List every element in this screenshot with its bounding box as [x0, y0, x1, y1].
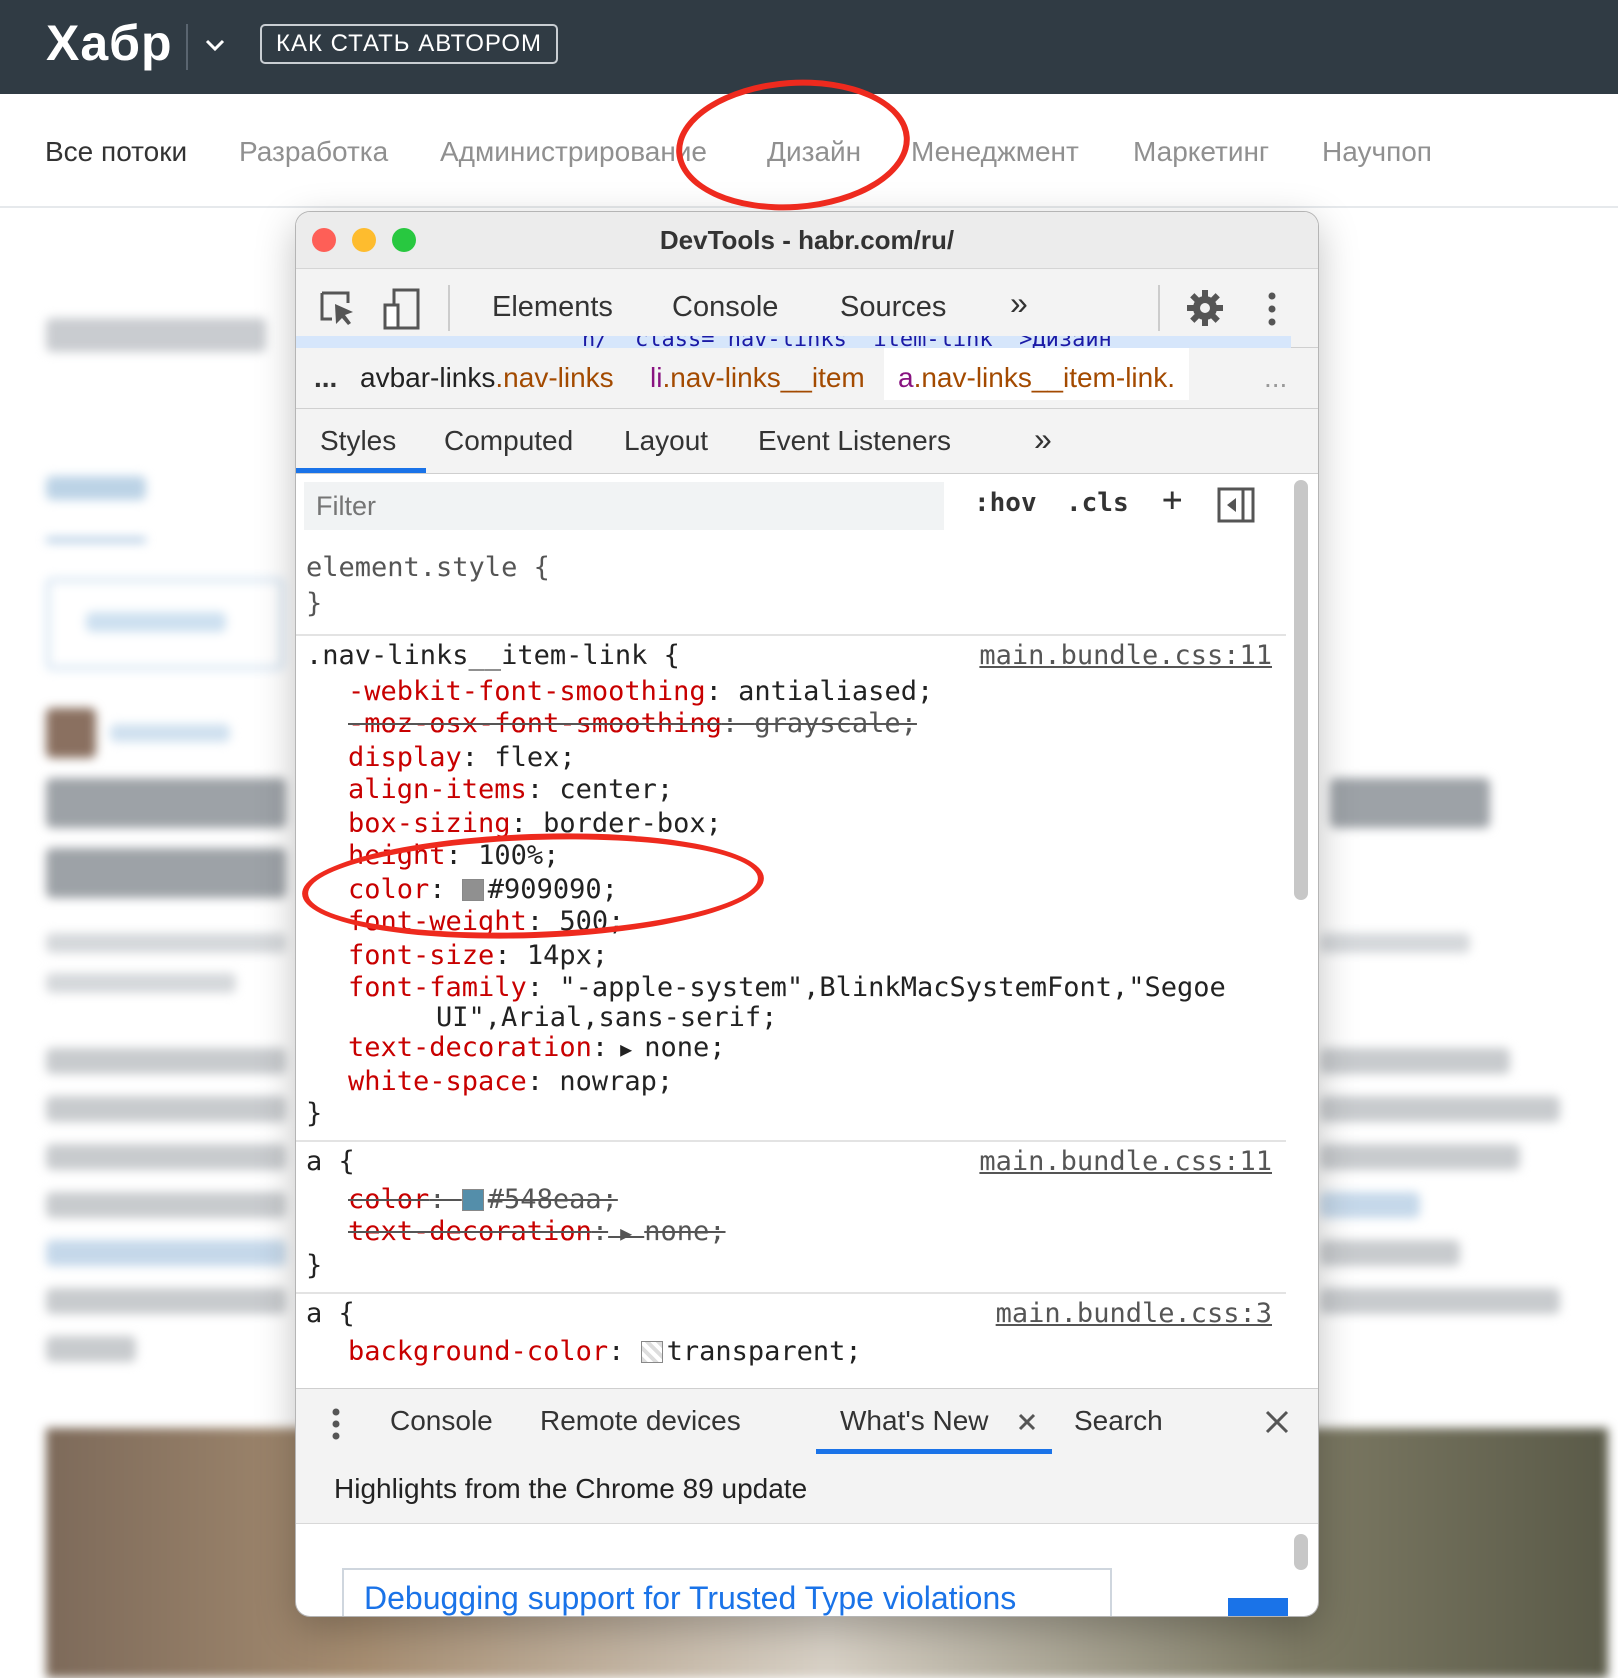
drawer-tab-whats-new[interactable]: What's New [840, 1405, 989, 1437]
maximize-window-button[interactable] [392, 228, 416, 252]
rule-source-link[interactable]: main.bundle.css:11 [979, 1146, 1272, 1177]
drawer-tab-console[interactable]: Console [390, 1405, 493, 1437]
declaration-overridden[interactable]: color: #548eaa; [348, 1184, 618, 1215]
declaration[interactable]: background-color: transparent; [348, 1336, 862, 1367]
rule-selector[interactable]: .nav-links__item-link { [306, 640, 680, 671]
style-rule-anchor-2: a { main.bundle.css:3 background-color: … [296, 1294, 1286, 1388]
flow-marketing[interactable]: Маркетинг [1133, 136, 1269, 168]
color-swatch[interactable] [461, 879, 484, 901]
element-style-rule: element.style { } [296, 542, 1286, 636]
become-author-button[interactable]: КАК СТАТЬ АВТОРОМ [260, 24, 558, 64]
styles-scrollbar[interactable] [1294, 480, 1308, 900]
tab-sources[interactable]: Sources [840, 291, 946, 324]
more-subtabs-icon[interactable]: » [1034, 421, 1052, 458]
drawer-tabs: Console Remote devices What's New Search [296, 1388, 1318, 1456]
rule-selector[interactable]: a { [306, 1146, 355, 1177]
whats-new-header: Highlights from the Chrome 89 update [296, 1455, 1318, 1524]
flow-develop[interactable]: Разработка [239, 136, 388, 168]
whats-new-thumbnail [1228, 1598, 1288, 1616]
declaration[interactable]: font-weight: 500; [348, 906, 624, 937]
declaration[interactable]: text-decoration: ▶ none; [348, 1032, 726, 1063]
declaration[interactable]: font-size: 14px; [348, 940, 608, 971]
active-subtab-indicator [296, 468, 426, 473]
drawer-tab-search[interactable]: Search [1074, 1405, 1163, 1437]
drawer-menu-icon[interactable] [330, 1407, 342, 1441]
close-tab-icon[interactable] [1018, 1413, 1036, 1431]
expand-triangle-icon[interactable]: ▶ [608, 1037, 644, 1061]
rule-source-link[interactable]: main.bundle.css:11 [979, 640, 1272, 671]
new-style-rule-button[interactable]: + [1162, 480, 1182, 520]
whats-new-title: Highlights from the Chrome 89 update [334, 1473, 808, 1504]
breadcrumb-item-a[interactable]: a.nav-links__item-link. [884, 348, 1189, 400]
class-toggle[interactable]: .cls [1066, 488, 1129, 518]
style-rule-anchor: a { main.bundle.css:11 color: #548eaa; t… [296, 1142, 1286, 1294]
devtools-title: DevTools - habr.com/ru/ [659, 224, 955, 255]
logo-separator [186, 24, 188, 70]
inspect-element-icon[interactable] [318, 289, 358, 329]
styles-subtabs: Styles Computed Layout Event Listeners » [296, 409, 1318, 474]
breadcrumb-more[interactable]: ... [1264, 362, 1287, 394]
declaration-color[interactable]: color: #909090; [348, 874, 618, 905]
flow-all[interactable]: Все потоки [45, 136, 187, 168]
declaration[interactable]: align-items: center; [348, 774, 673, 805]
declaration[interactable]: font-family: "-apple-system",BlinkMacSys… [348, 972, 1226, 1003]
tab-event-listeners[interactable]: Event Listeners [758, 425, 951, 457]
toolbar-divider [448, 285, 450, 331]
tab-computed[interactable]: Computed [444, 425, 573, 457]
breadcrumb-item-navbar[interactable]: avbar-links.nav-links [360, 362, 614, 394]
close-window-button[interactable] [312, 228, 336, 252]
declaration[interactable]: display: flex; [348, 742, 576, 773]
whats-new-scrollbar[interactable] [1294, 1534, 1308, 1570]
devtools-window: DevTools - habr.com/ru/ Elements Console… [296, 212, 1318, 1616]
habr-header: Хабр КАК СТАТЬ АВТОРОМ [0, 0, 1618, 94]
rule-selector[interactable]: a { [306, 1298, 355, 1329]
flows-nav: Все потоки Разработка Администрирование … [0, 94, 1618, 208]
color-swatch[interactable] [640, 1341, 663, 1363]
active-drawer-tab-indicator [816, 1449, 1052, 1454]
declaration-overridden[interactable]: -moz-osx-font-smoothing: grayscale; [348, 708, 917, 739]
styles-filter-input[interactable] [304, 482, 944, 530]
tab-console[interactable]: Console [672, 291, 778, 324]
toggle-sidebar-icon[interactable] [1216, 486, 1256, 524]
flow-design[interactable]: Дизайн [767, 136, 861, 168]
breadcrumb-ellipsis[interactable]: ... [314, 362, 337, 394]
devtools-titlebar: DevTools - habr.com/ru/ [296, 212, 1318, 269]
whats-new-card[interactable]: Debugging support for Trusted Type viola… [342, 1568, 1112, 1616]
chevron-down-icon[interactable] [200, 30, 230, 60]
breadcrumb: ... avbar-links.nav-links li.nav-links__… [296, 348, 1318, 409]
breadcrumb-item-li[interactable]: li.nav-links__item [650, 362, 865, 394]
declaration[interactable]: box-sizing: border-box; [348, 808, 722, 839]
tab-layout[interactable]: Layout [624, 425, 708, 457]
gear-icon[interactable] [1186, 289, 1224, 327]
styles-pane: element.style { } .nav-links__item-link … [296, 542, 1286, 1388]
dom-tree-selected-line: n/" class="nav-links__item-link ">Дизайн [296, 336, 1291, 348]
minimize-window-button[interactable] [352, 228, 376, 252]
declaration[interactable]: -webkit-font-smoothing: antialiased; [348, 676, 933, 707]
declaration-overridden[interactable]: text-decoration: ▶ none; [348, 1216, 726, 1247]
drawer-tab-remote-devices[interactable]: Remote devices [540, 1405, 741, 1437]
styles-filter-bar: :hov .cls + [296, 474, 1286, 542]
more-tabs-icon[interactable]: » [1010, 285, 1028, 322]
habr-logo[interactable]: Хабр [46, 14, 173, 72]
color-swatch[interactable] [461, 1189, 484, 1211]
flow-management[interactable]: Менеджмент [911, 136, 1079, 168]
declaration-continuation: UI",Arial,sans-serif; [436, 1002, 778, 1033]
flow-admin[interactable]: Администрирование [440, 136, 707, 168]
toolbar-divider-2 [1158, 285, 1160, 331]
tab-styles[interactable]: Styles [320, 425, 396, 457]
device-toolbar-icon[interactable] [382, 287, 422, 331]
flow-popsci[interactable]: Научпоп [1322, 136, 1432, 168]
close-drawer-icon[interactable] [1264, 1409, 1290, 1435]
tab-elements[interactable]: Elements [492, 291, 613, 324]
rule-source-link[interactable]: main.bundle.css:3 [996, 1298, 1272, 1329]
declaration[interactable]: height: 100%; [348, 840, 559, 871]
declaration[interactable]: white-space: nowrap; [348, 1066, 673, 1097]
hover-state-toggle[interactable]: :hov [974, 488, 1037, 518]
style-rule-nav-link: .nav-links__item-link { main.bundle.css:… [296, 636, 1286, 1142]
more-vertical-icon[interactable] [1266, 291, 1278, 327]
